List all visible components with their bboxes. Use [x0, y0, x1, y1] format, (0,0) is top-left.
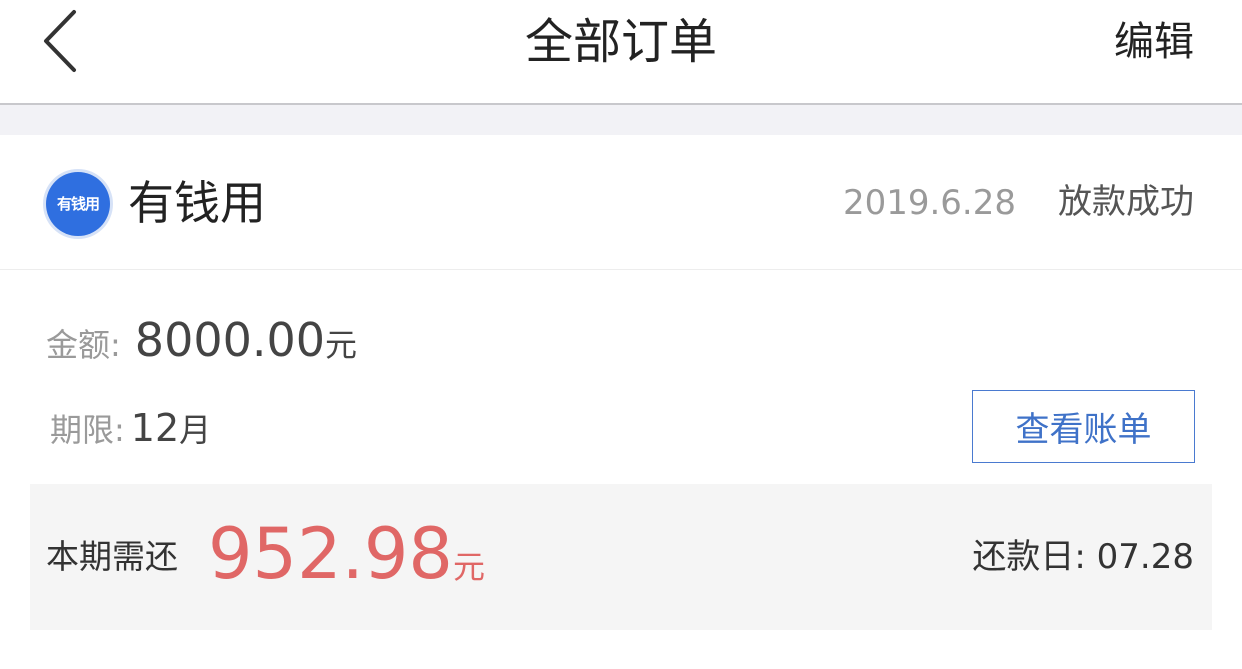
repay-amount-value: 952.98	[208, 513, 453, 595]
amount-label: 金额:	[46, 326, 121, 364]
order-date: 2019.6.28	[842, 183, 1016, 223]
edit-button[interactable]: 编辑	[1114, 14, 1194, 70]
due-date: 还款日: 07.28	[972, 536, 1194, 578]
order-status: 放款成功	[1058, 182, 1194, 222]
page-title: 全部订单	[524, 14, 717, 70]
amount-unit: 元	[325, 326, 358, 364]
repay-label: 本期需还	[46, 537, 178, 576]
app-logo-text: 有钱用	[56, 195, 100, 213]
order-card[interactable]: 有钱用 有钱用 2019.6.28 放款成功 金额: 8000.00元 期限: 12…	[0, 135, 1242, 669]
app-logo-icon: 有钱用	[46, 172, 110, 236]
repay-panel: 本期需还 952.98元 还款日: 07.28	[30, 484, 1212, 630]
due-date-label: 还款日:	[972, 537, 1086, 577]
term-value: 12	[130, 406, 180, 450]
amount-value: 8000.00	[134, 313, 326, 367]
repay-amount: 952.98元	[208, 514, 485, 594]
repay-amount-unit: 元	[452, 548, 485, 586]
term-unit: 月	[179, 411, 212, 449]
amount-row: 金额: 8000.00元	[46, 313, 357, 367]
term-row: 期限: 12月	[50, 405, 211, 451]
view-bill-button[interactable]: 查看账单	[972, 390, 1195, 463]
nav-bar: 全部订单 编辑	[0, 0, 1242, 105]
section-gap	[0, 105, 1242, 135]
app-name: 有钱用	[128, 176, 266, 230]
order-card-header: 有钱用 有钱用 2019.6.28 放款成功	[0, 135, 1242, 270]
term-label: 期限:	[50, 411, 125, 449]
due-date-value: 07.28	[1096, 537, 1194, 577]
